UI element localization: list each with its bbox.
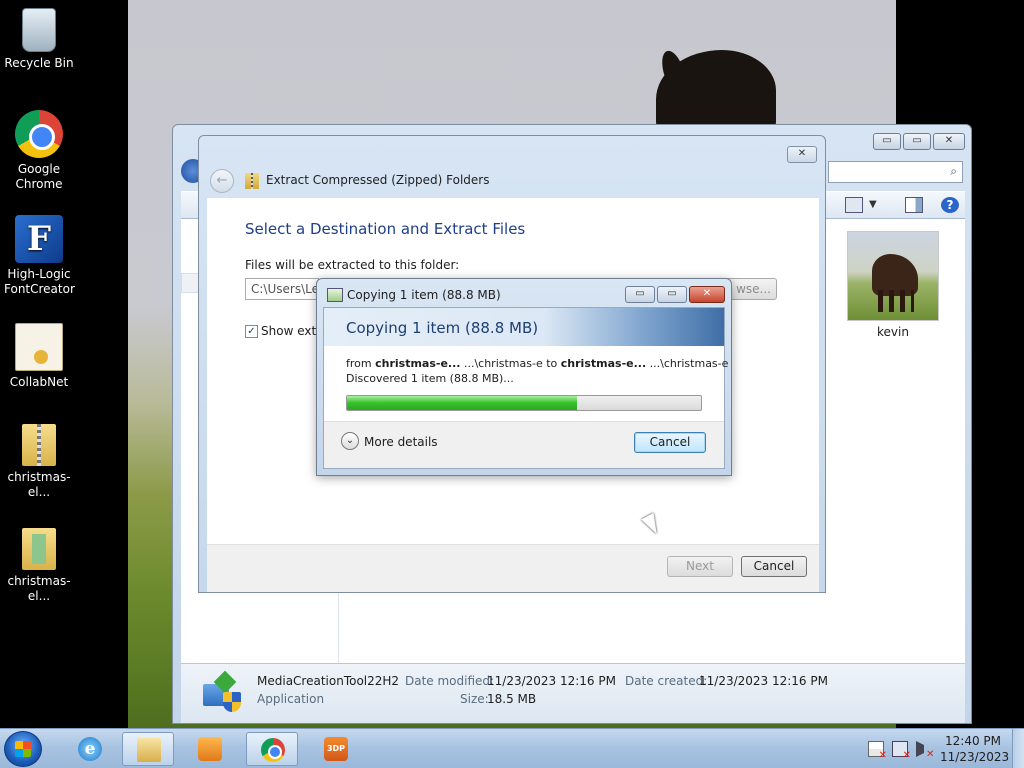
desktop-icon-label: christmas-el... [7,574,71,603]
media-player-icon [198,737,222,761]
zip-folder-icon [245,173,259,189]
desktop-icon-christmas-zip[interactable]: christmas-el... [0,424,78,500]
from-prefix: from [346,357,372,370]
details-modified-value: 11/23/2023 12:16 PM [487,674,616,688]
next-button[interactable]: Next [667,556,733,577]
chrome-icon [261,738,285,762]
cancel-button[interactable]: Cancel [741,556,807,577]
discovered-status: Discovered 1 item (88.8 MB)... [346,372,514,385]
certificate-icon [15,323,63,371]
clock-time: 12:40 PM [945,734,1001,748]
copy-body: Copying 1 item (88.8 MB) from christmas-… [323,307,728,469]
details-file-name: MediaCreationTool22H2 [257,674,400,688]
window-caption-buttons: ▭ ▭ ✕ [873,133,965,150]
desktop-icon-christmas-folder[interactable]: christmas-el... [0,528,78,604]
folder-icon [137,738,161,762]
dialog-title: Copying 1 item (88.8 MB) [347,288,501,302]
views-dropdown-arrow-icon[interactable]: ▼ [869,199,877,210]
destination-label: Files will be extracted to this folder: [245,258,460,272]
minimize-button[interactable]: ▭ [625,286,655,303]
search-icon: ⌕ [950,164,957,178]
file-label[interactable]: kevin [847,325,939,339]
start-button[interactable] [4,731,42,767]
file-thumbnail-kevin[interactable] [847,231,939,321]
desktop-icon-label: Google Chrome [15,162,63,191]
copy-banner: Copying 1 item (88.8 MB) [324,308,724,346]
show-files-checkbox[interactable]: ✓ [245,325,258,338]
details-size-value: 18.5 MB [487,692,537,706]
copy-icon [327,288,343,302]
progress-fill [347,396,578,410]
more-details-link[interactable]: More details [364,435,438,449]
3dp-chip-icon: 3DP [324,737,348,761]
maximize-button[interactable]: ▭ [903,133,931,150]
clock-date: 11/23/2023 [940,750,1010,764]
notification-area [868,741,934,761]
chevron-down-icon[interactable]: ⌄ [341,432,359,450]
dialog-title: Extract Compressed (Zipped) Folders [266,173,490,187]
maximize-button[interactable]: ▭ [657,286,687,303]
chrome-icon [15,110,63,158]
copy-footer: ⌄ More details Cancel [324,421,724,468]
zip-folder-icon [22,424,56,466]
wizard-footer: Next Cancel [207,544,819,592]
details-size-label: Size: [460,692,489,706]
copy-progress-dialog: Copying 1 item (88.8 MB) ▭ ▭ ✕ Copying 1… [316,278,732,476]
source-name: christmas-e... [375,357,461,370]
taskbar-windows-explorer[interactable] [122,732,174,766]
search-input[interactable]: ⌕ [828,161,963,183]
desktop-icon-label: CollabNet [9,375,69,389]
network-icon[interactable] [892,741,911,761]
folder-icon [22,528,56,570]
desktop-icon-fontcreator[interactable]: F High-Logic FontCreator [0,215,78,297]
window-caption-buttons: ▭ ▭ ✕ [625,286,725,303]
desktop-icon-google-chrome[interactable]: Google Chrome [0,110,78,192]
recycle-bin-icon [22,8,56,52]
back-arrow-icon[interactable]: ← [210,169,234,193]
minimize-button[interactable]: ▭ [873,133,901,150]
close-button[interactable]: ✕ [689,286,725,303]
desktop-icon-collabnet[interactable]: CollabNet [0,323,78,390]
close-button[interactable]: ✕ [787,146,817,163]
desktop-icon-label: High-Logic FontCreator [4,267,75,296]
details-modified-label: Date modified: [405,674,495,688]
details-created-value: 11/23/2023 12:16 PM [699,674,828,688]
details-file-type: Application [257,692,325,706]
taskbar-clock[interactable]: 12:40 PM 11/23/2023 [940,733,1010,765]
volume-muted-icon[interactable] [916,741,934,760]
show-desktop-button[interactable] [1012,729,1024,768]
taskbar-media-player[interactable] [184,732,236,766]
close-button[interactable]: ✕ [933,133,965,150]
to-word: to [546,357,558,370]
destination-path: ...\christmas-e [649,357,729,370]
details-pane: MediaCreationTool22H2 Application Date m… [181,663,965,723]
taskbar: e 3DP 12:40 PM 11/23/2023 [0,728,1024,768]
preview-pane-icon[interactable] [905,197,923,213]
internet-explorer-icon: e [78,737,102,761]
copy-banner-title: Copying 1 item (88.8 MB) [346,319,539,337]
desktop-icon-label: christmas-el... [7,470,71,499]
action-center-flag-icon[interactable] [868,741,887,761]
fontcreator-icon: F [15,215,63,263]
wizard-heading: Select a Destination and Extract Files [245,220,526,238]
destination-name: christmas-e... [560,357,647,370]
cancel-button[interactable]: Cancel [634,432,706,453]
horse-legs [878,290,914,312]
details-created-label: Date created: [625,674,708,688]
destination-path-field[interactable]: C:\Users\Lee [245,278,319,300]
copy-progress-bar [346,395,702,411]
taskbar-google-chrome[interactable] [246,732,298,766]
copy-source-destination: from christmas-e... ...\christmas-e to c… [346,357,728,370]
source-path: ...\christmas-e [463,357,543,370]
taskbar-3dp-chip[interactable]: 3DP [310,732,362,766]
desktop-icon-label: Recycle Bin [4,56,74,70]
help-icon[interactable]: ? [941,197,959,213]
installer-icon [203,670,241,712]
views-icon[interactable] [845,197,863,213]
desktop-icon-recycle-bin[interactable]: Recycle Bin [0,8,78,71]
taskbar-internet-explorer[interactable]: e [64,732,116,766]
